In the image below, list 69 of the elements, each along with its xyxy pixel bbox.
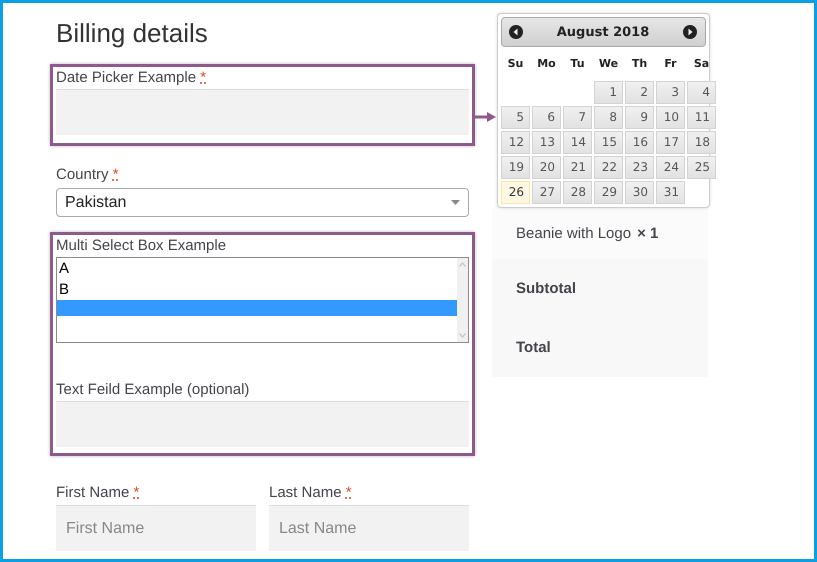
day-cell[interactable]: 9 — [625, 106, 654, 129]
day-cell[interactable]: 25 — [687, 156, 716, 179]
weekday-label: Sa — [692, 56, 710, 72]
day-cell[interactable]: 22 — [594, 156, 623, 179]
page-heading: Billing details — [56, 17, 209, 50]
name-input-field[interactable]: Last Name — [269, 505, 469, 551]
weekday-label: Mo — [536, 56, 557, 72]
day-cell[interactable]: 3 — [656, 81, 685, 104]
row-label: Total — [516, 339, 551, 356]
required-mark: * — [134, 484, 140, 501]
field-label: Multi Select Box Example — [56, 237, 226, 254]
list-option[interactable] — [57, 300, 457, 316]
day-cell[interactable]: 8 — [594, 106, 623, 129]
day-cell[interactable]: 28 — [563, 181, 592, 204]
day-cell[interactable]: 13 — [532, 131, 561, 154]
required-mark: * — [200, 69, 206, 86]
month-title: August 2018 — [556, 24, 650, 40]
scroll-down-icon[interactable] — [459, 333, 466, 338]
day-cell[interactable]: 17 — [656, 131, 685, 154]
day-cell[interactable]: 12 — [501, 131, 530, 154]
list-option[interactable]: A — [57, 258, 457, 279]
day-cell[interactable]: 2 — [625, 81, 654, 104]
product-name: Beanie with Logo — [516, 224, 632, 242]
multi-select-listbox[interactable]: A B — [56, 257, 469, 343]
day-cell[interactable]: 7 — [563, 106, 592, 129]
required-mark: * — [346, 484, 352, 501]
day-cell[interactable]: 5 — [501, 106, 530, 129]
quantity: × 1 — [637, 224, 658, 242]
day-cell[interactable]: 10 — [656, 106, 685, 129]
field-label: Country — [56, 166, 109, 183]
day-cell[interactable]: 24 — [656, 156, 685, 179]
day-cell[interactable]: 23 — [625, 156, 654, 179]
day-cell[interactable]: 1 — [594, 81, 623, 104]
day-cell[interactable]: 29 — [594, 181, 623, 204]
day-cell[interactable]: 4 — [687, 81, 716, 104]
day-cell[interactable]: 27 — [532, 181, 561, 204]
day-cell[interactable]: 30 — [625, 181, 654, 204]
weekday-label: Th — [630, 56, 648, 72]
weekday-label: Su — [506, 56, 524, 72]
weekday-label: Fr — [663, 56, 678, 72]
weekday-label: Tu — [569, 56, 586, 72]
day-cell[interactable]: 14 — [563, 131, 592, 154]
day-cell[interactable]: 6 — [532, 106, 561, 129]
name-input-field[interactable]: First Name — [56, 505, 256, 551]
field-label: Date Picker Example — [56, 69, 196, 86]
day-cell[interactable]: 16 — [625, 131, 654, 154]
field-label: Last Name — [269, 484, 342, 501]
row-label: Subtotal — [516, 280, 576, 297]
day-cell[interactable]: 18 — [687, 131, 716, 154]
date-input-field[interactable] — [56, 89, 469, 135]
previous-month-icon[interactable] — [509, 25, 523, 39]
scrollbar[interactable] — [457, 258, 468, 342]
field-label: First Name — [56, 484, 130, 501]
text-input-field[interactable] — [56, 401, 469, 447]
scroll-up-icon[interactable] — [459, 262, 466, 267]
day-cell[interactable]: 31 — [656, 181, 685, 204]
day-cell[interactable]: 19 — [501, 156, 530, 179]
day-cell[interactable]: 26 — [501, 181, 530, 204]
caret-icon — [451, 200, 460, 205]
day-cell[interactable]: 21 — [563, 156, 592, 179]
day-cell[interactable]: 15 — [594, 131, 623, 154]
list-option[interactable]: B — [57, 279, 457, 300]
next-month-icon[interactable] — [682, 25, 697, 39]
weekday-label: We — [598, 56, 620, 72]
required-mark: * — [112, 166, 119, 183]
country-select[interactable]: Pakistan — [56, 188, 469, 217]
field-label: Text Feild Example (optional) — [56, 381, 250, 398]
day-cell[interactable]: 11 — [687, 106, 716, 129]
day-cell[interactable]: 20 — [532, 156, 561, 179]
